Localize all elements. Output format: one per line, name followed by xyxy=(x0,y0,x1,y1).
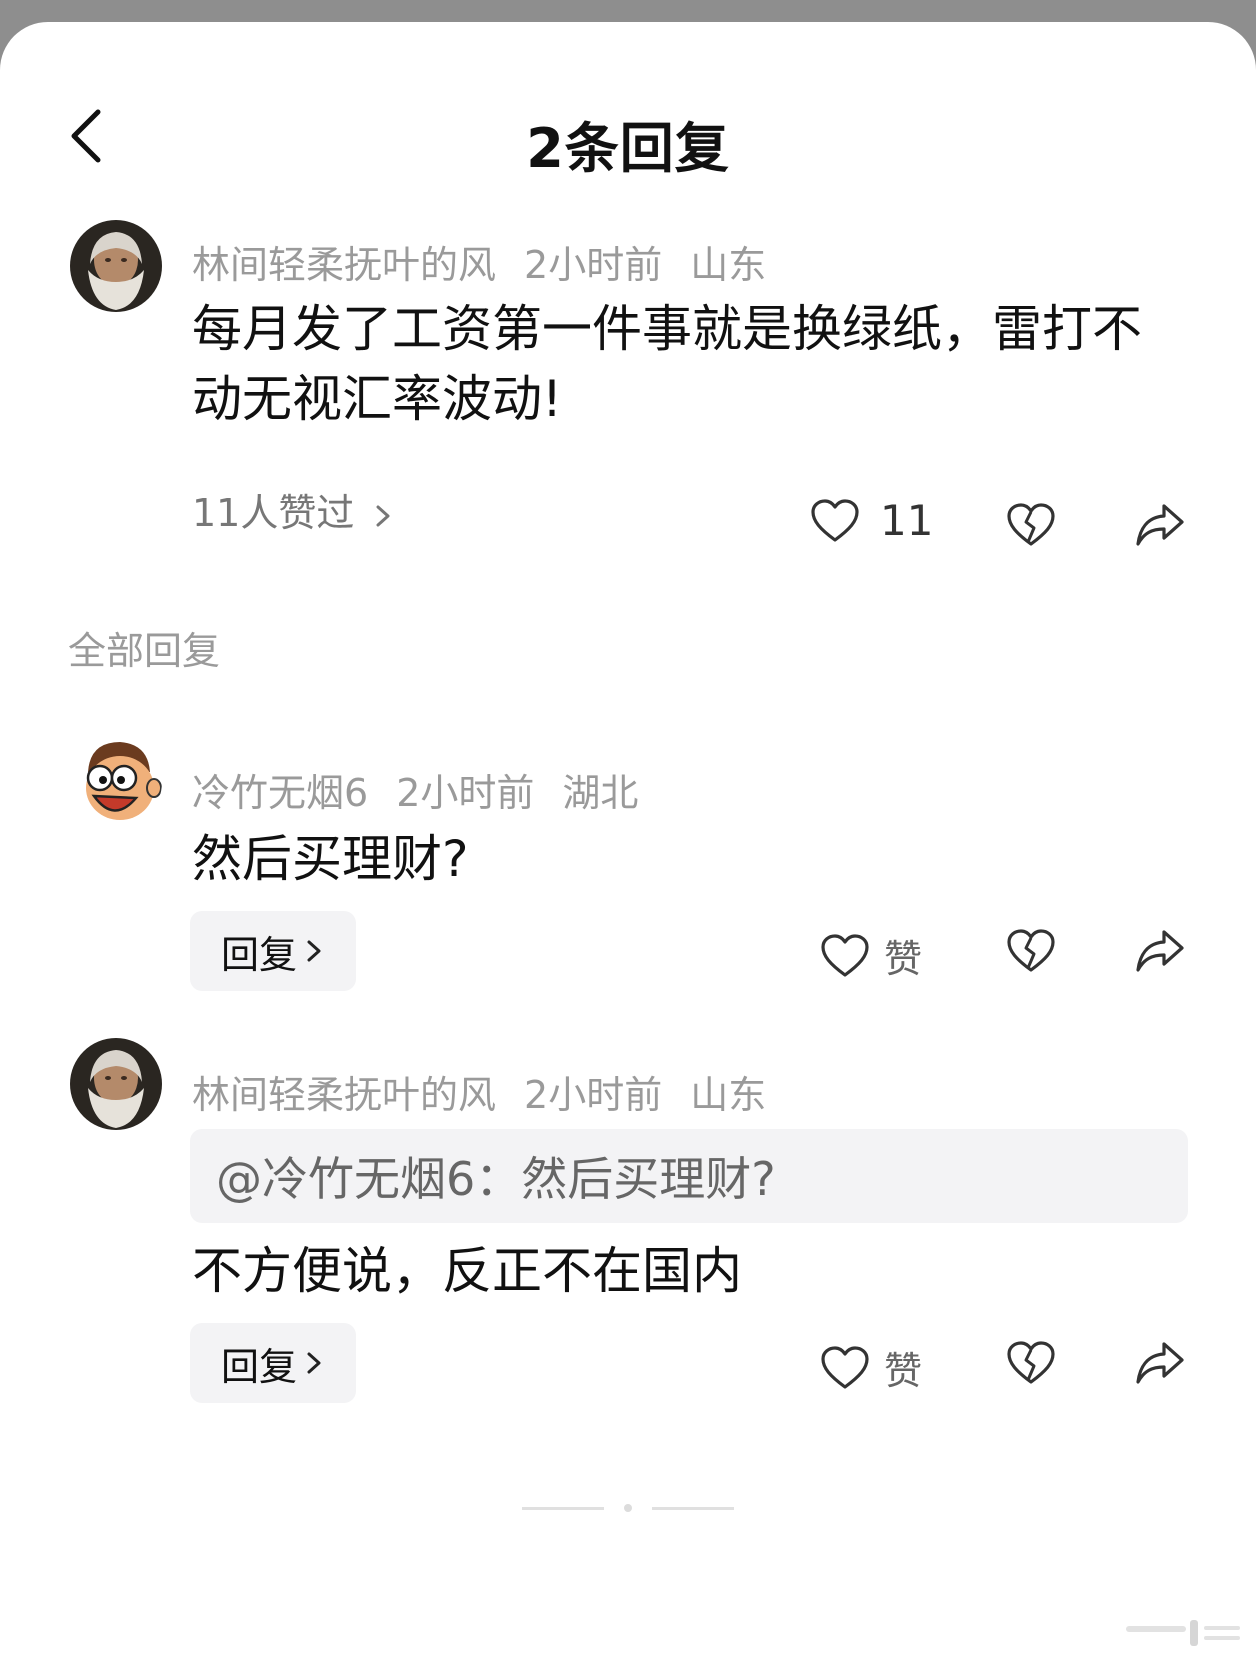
reply-sheet: 2条回复 林间轻柔抚叶的风 2小时前 山东 每月发了工资第一件事就是换绿纸，雷打不动… xyxy=(0,22,1256,1676)
share-icon[interactable] xyxy=(1134,1340,1186,1386)
chevron-right-icon xyxy=(307,940,321,962)
quoted-reply[interactable]: @冷竹无烟6：然后买理财? xyxy=(190,1129,1188,1223)
likes-link-label: 11人赞过 xyxy=(192,491,355,535)
share-icon[interactable] xyxy=(1134,502,1186,548)
reply-time: 2小时前 xyxy=(396,771,535,815)
heart-icon xyxy=(811,498,859,542)
reply-location: 湖北 xyxy=(562,771,639,815)
reply-meta: 林间轻柔抚叶的风 2小时前 山东 xyxy=(192,1064,794,1119)
reply-button-label: 回复 xyxy=(220,1344,297,1389)
page-title: 2条回复 xyxy=(526,117,730,180)
reply-text: 然后买理财? xyxy=(192,830,469,888)
like-button[interactable]: 赞 xyxy=(820,928,922,983)
comment-location: 山东 xyxy=(690,243,767,287)
reply-username[interactable]: 冷竹无烟6 xyxy=(192,771,368,815)
comment-meta: 林间轻柔抚叶的风 2小时前 山东 xyxy=(192,234,794,289)
reply-button-label: 回复 xyxy=(220,932,297,977)
reply-button[interactable]: 回复 xyxy=(190,1323,356,1403)
dislike-broken-heart-icon[interactable] xyxy=(1006,928,1056,974)
likes-link[interactable]: 11人赞过 xyxy=(192,482,394,537)
reply-text: 不方便说，反正不在国内 xyxy=(192,1242,742,1300)
cartoon-face-avatar-icon xyxy=(70,736,162,828)
comment-username[interactable]: 林间轻柔抚叶的风 xyxy=(192,243,496,287)
like-label: 赞 xyxy=(884,937,923,981)
corner-watermark-icon xyxy=(1126,1620,1240,1646)
like-count: 11 xyxy=(880,496,934,545)
chevron-right-icon xyxy=(376,505,390,526)
heart-icon xyxy=(821,933,869,977)
dislike-broken-heart-icon[interactable] xyxy=(1006,1340,1056,1386)
avatar-bearded-man[interactable] xyxy=(70,220,162,312)
share-icon[interactable] xyxy=(1134,928,1186,974)
heart-icon xyxy=(821,1345,869,1389)
bearded-man-avatar-icon xyxy=(70,1038,162,1130)
reply-location: 山东 xyxy=(690,1073,767,1117)
end-divider-left xyxy=(522,1507,604,1510)
like-button[interactable]: 赞 xyxy=(820,1340,922,1395)
end-divider-right xyxy=(652,1507,734,1510)
end-divider-dot xyxy=(624,1504,632,1512)
like-button[interactable]: 11 xyxy=(810,496,933,545)
avatar-cartoon-face[interactable] xyxy=(70,736,162,828)
reply-username[interactable]: 林间轻柔抚叶的风 xyxy=(192,1073,496,1117)
like-label: 赞 xyxy=(884,1349,923,1393)
comment-text: 每月发了工资第一件事就是换绿纸，雷打不动无视汇率波动! xyxy=(192,300,1142,428)
chevron-right-icon xyxy=(307,1352,321,1374)
reply-time: 2小时前 xyxy=(524,1073,663,1117)
dislike-broken-heart-icon[interactable] xyxy=(1006,502,1056,548)
all-replies-label: 全部回复 xyxy=(68,629,221,673)
comment-time: 2小时前 xyxy=(524,243,663,287)
bearded-man-avatar-icon xyxy=(70,220,162,312)
reply-button[interactable]: 回复 xyxy=(190,911,356,991)
reply-meta: 冷竹无烟6 2小时前 湖北 xyxy=(192,762,666,817)
avatar-bearded-man[interactable] xyxy=(70,1038,162,1130)
